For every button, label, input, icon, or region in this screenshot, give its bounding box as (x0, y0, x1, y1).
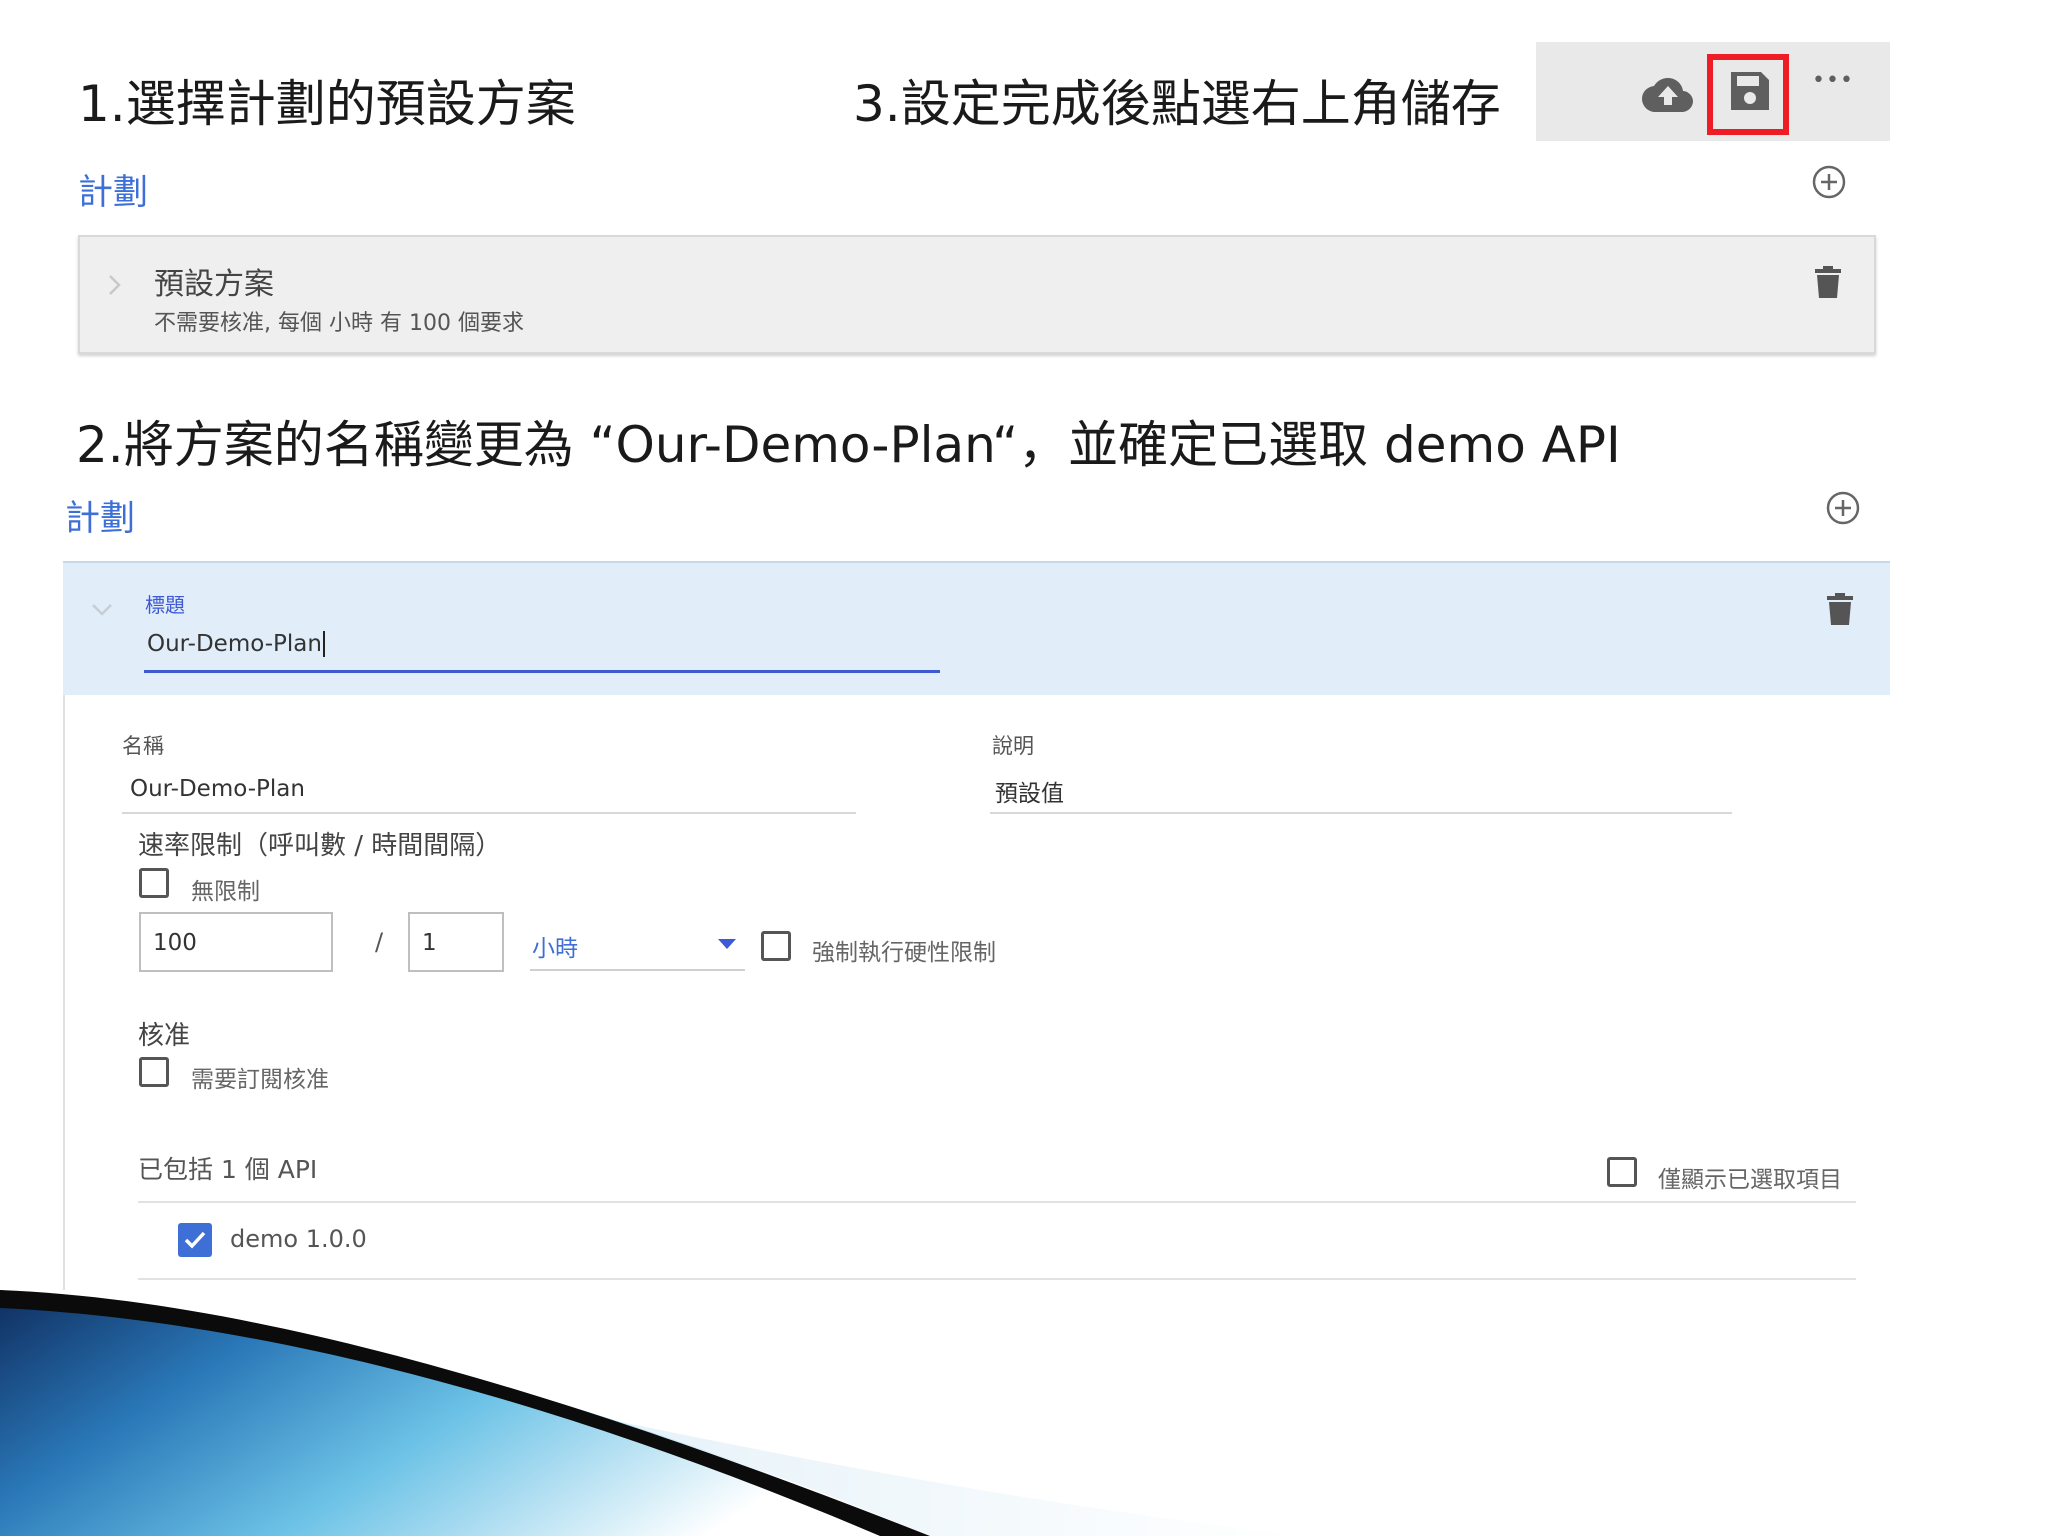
checkmark-icon (184, 1231, 206, 1249)
section-title-plans-2: 計劃 (65, 499, 136, 539)
step2-heading: 2.將方案的名稱變更為 “Our-Demo-Plan“，並確定已選取 demo … (76, 416, 1621, 474)
add-plan-icon[interactable] (1812, 165, 1846, 199)
title-input-value: Our-Demo-Plan (147, 631, 322, 657)
hard-limit-checkbox[interactable] (761, 931, 791, 961)
api-name: demo 1.0.0 (230, 1225, 367, 1253)
rate-limit-label: 速率限制（呼叫數 / 時間間隔） (138, 831, 502, 861)
dropdown-arrow-icon (718, 939, 736, 949)
title-field-label: 標題 (145, 593, 185, 617)
api-list-item[interactable]: demo 1.0.0 (138, 1203, 1856, 1278)
interval-unit-value: 小時 (532, 936, 578, 962)
save-highlight (1707, 54, 1789, 135)
show-selected-only-label: 僅顯示已選取項目 (1658, 1167, 1842, 1193)
more-icon[interactable]: ••• (1812, 68, 1854, 93)
chevron-right-icon[interactable] (108, 274, 122, 296)
description-input[interactable]: 預設值 (995, 774, 1064, 808)
approval-label: 核准 (138, 1021, 191, 1051)
form-left-border (63, 695, 65, 1290)
section-title-plans: 計劃 (78, 173, 149, 213)
show-selected-only-checkbox[interactable] (1607, 1157, 1637, 1187)
plan-card-default[interactable]: 預設方案 不需要核准, 每個 小時 有 100 個要求 (78, 235, 1876, 354)
chevron-down-icon[interactable] (91, 603, 113, 617)
name-input[interactable]: Our-Demo-Plan (130, 776, 305, 802)
require-approval-checkbox[interactable] (139, 1057, 169, 1087)
interval-unit-select[interactable]: 小時 (530, 915, 745, 971)
description-label: 說明 (992, 734, 1034, 758)
require-approval-label: 需要訂閱核准 (191, 1067, 329, 1093)
trash-icon-2[interactable] (1827, 593, 1853, 625)
unlimited-checkbox[interactable] (139, 868, 169, 898)
plan-summary: 不需要核准, 每個 小時 有 100 個要求 (154, 311, 524, 336)
api-included-label: 已包括 1 個 API (138, 1155, 318, 1184)
name-underline (122, 812, 856, 814)
calls-input[interactable]: 100 (139, 912, 333, 972)
title-focus-underline (144, 670, 940, 673)
interval-input[interactable]: 1 (408, 912, 504, 972)
cloud-upload-icon[interactable] (1642, 77, 1694, 113)
interval-unit-underline (530, 969, 745, 971)
name-label: 名稱 (122, 734, 164, 758)
plan-editor-header: 標題 Our-Demo-Plan (63, 561, 1890, 695)
step3-heading: 3.設定完成後點選右上角儲存 (853, 75, 1501, 133)
trash-icon[interactable] (1815, 266, 1841, 298)
step1-heading: 1.選擇計劃的預設方案 (78, 75, 576, 133)
plan-name: 預設方案 (154, 267, 274, 302)
api-checkbox-checked[interactable] (178, 1223, 212, 1257)
rate-separator: / (375, 928, 384, 956)
slide-decoration (0, 1290, 1300, 1536)
hard-limit-label: 強制執行硬性限制 (812, 940, 996, 966)
add-plan-icon-2[interactable] (1826, 491, 1860, 525)
description-underline (990, 812, 1732, 814)
unlimited-label: 無限制 (191, 879, 260, 905)
title-input[interactable]: Our-Demo-Plan (147, 631, 325, 657)
